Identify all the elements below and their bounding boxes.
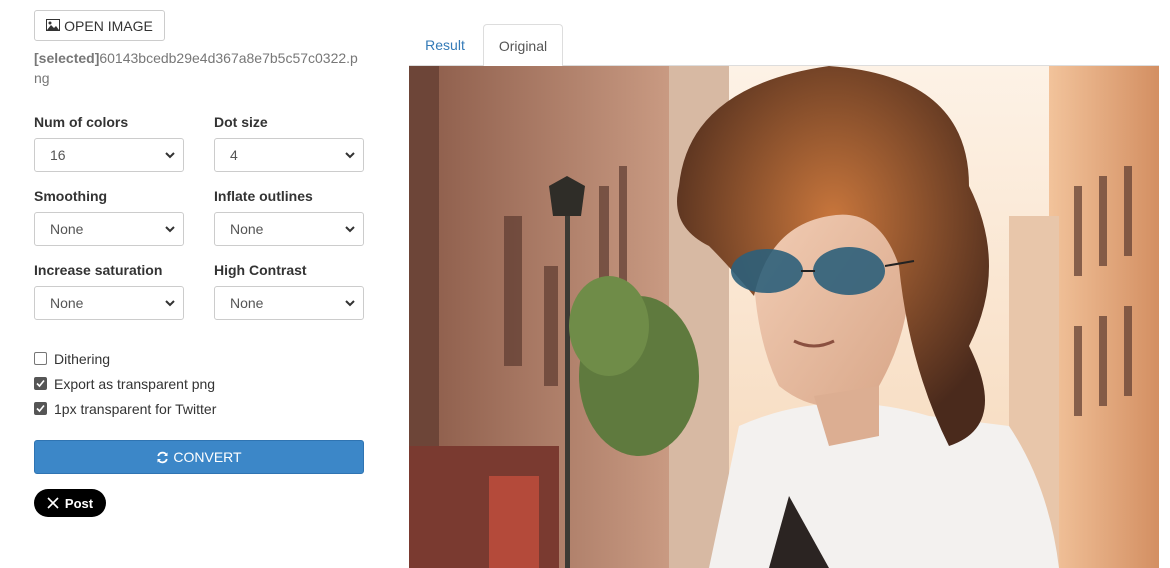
tab-original-label: Original — [498, 37, 548, 54]
inflate-outlines-label: Inflate outlines — [214, 188, 313, 204]
post-label: Post — [64, 495, 94, 511]
num-colors-field: Num of colors 16 — [34, 114, 184, 172]
preview-tabs: Result Original — [409, 24, 1159, 67]
high-contrast-field: High Contrast None — [214, 262, 364, 320]
open-image-label: OPEN IMAGE — [64, 17, 153, 34]
image-icon — [46, 18, 61, 34]
dot-size-value: 4 — [230, 147, 238, 163]
options-checkboxes: Dithering Export as transparent png 1px … — [34, 346, 216, 421]
dithering-checkbox[interactable] — [34, 352, 47, 365]
increase-saturation-value: None — [50, 295, 84, 311]
refresh-icon — [157, 451, 169, 463]
smoothing-label: Smoothing — [34, 188, 108, 204]
chevron-down-icon — [345, 225, 355, 232]
high-contrast-label: High Contrast — [214, 262, 307, 278]
dithering-option[interactable]: Dithering — [34, 346, 216, 371]
smoothing-value: None — [50, 221, 84, 237]
preview-image — [409, 66, 1159, 568]
checkmark-icon — [36, 379, 45, 388]
inflate-outlines-select[interactable]: None — [214, 212, 364, 246]
dot-size-field: Dot size 4 — [214, 114, 364, 172]
num-colors-label: Num of colors — [34, 114, 129, 130]
num-colors-value: 16 — [50, 147, 66, 163]
selected-file-name: [selected]60143bcedb29e4d367a8e7b5c57c03… — [34, 48, 364, 88]
selected-prefix: [selected] — [34, 50, 100, 66]
convert-button[interactable]: CONVERT — [34, 440, 364, 474]
chevron-down-icon — [345, 299, 355, 306]
dithering-label: Dithering — [54, 350, 111, 367]
increase-saturation-field: Increase saturation None — [34, 262, 184, 320]
chevron-down-icon — [165, 299, 175, 306]
inflate-outlines-value: None — [230, 221, 264, 237]
chevron-down-icon — [165, 151, 175, 158]
inflate-outlines-field: Inflate outlines None — [214, 188, 364, 246]
high-contrast-value: None — [230, 295, 264, 311]
anime-portrait-image — [409, 66, 1159, 568]
smoothing-field: Smoothing None — [34, 188, 184, 246]
post-button[interactable]: Post — [34, 489, 106, 517]
dot-size-label: Dot size — [214, 114, 268, 130]
increase-saturation-select[interactable]: None — [34, 286, 184, 320]
increase-saturation-label: Increase saturation — [34, 262, 163, 278]
twitter-transparent-option[interactable]: 1px transparent for Twitter — [34, 396, 216, 421]
tab-original[interactable]: Original — [483, 24, 563, 67]
num-colors-select[interactable]: 16 — [34, 138, 184, 172]
tab-result[interactable]: Result — [409, 24, 481, 66]
transparent-png-label: Export as transparent png — [54, 375, 216, 392]
chevron-down-icon — [345, 151, 355, 158]
convert-label: CONVERT — [173, 449, 242, 465]
checkmark-icon — [36, 404, 45, 413]
smoothing-select[interactable]: None — [34, 212, 184, 246]
twitter-transparent-label: 1px transparent for Twitter — [54, 400, 217, 417]
transparent-png-checkbox[interactable] — [34, 377, 47, 390]
transparent-png-option[interactable]: Export as transparent png — [34, 371, 216, 396]
tab-result-label: Result — [425, 37, 465, 53]
twitter-transparent-checkbox[interactable] — [34, 402, 47, 415]
dot-size-select[interactable]: 4 — [214, 138, 364, 172]
chevron-down-icon — [165, 225, 175, 232]
x-logo-icon — [47, 497, 59, 509]
open-image-button[interactable]: OPEN IMAGE — [34, 10, 165, 41]
high-contrast-select[interactable]: None — [214, 286, 364, 320]
